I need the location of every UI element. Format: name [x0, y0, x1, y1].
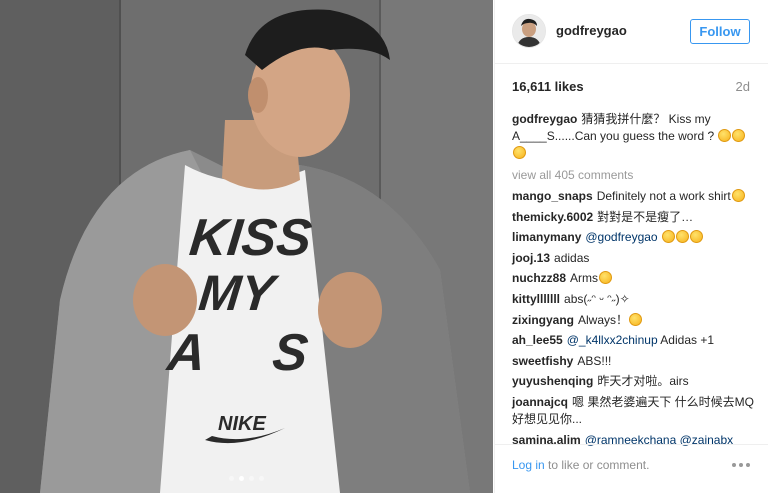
instagram-post: KISS MY A S NIKE godfreygao Follow 16,61… — [0, 0, 768, 493]
carousel-dot[interactable] — [249, 476, 254, 481]
emoji-icon — [629, 312, 643, 326]
emoji-icon — [731, 189, 745, 202]
carousel-dot[interactable] — [259, 476, 264, 481]
comment: nuchzz88 Arms — [512, 270, 757, 287]
comment-text: Definitely not a work shirt — [596, 189, 731, 203]
post-sidebar: godfreygao Follow 16,611 likes 2d godfre… — [494, 0, 768, 493]
emoji-icon — [675, 230, 689, 244]
comment-username[interactable]: nuchzz88 — [512, 271, 566, 285]
comment-username[interactable]: themicky.6002 — [512, 210, 593, 224]
emoji-icon — [513, 146, 526, 159]
view-all-comments-link[interactable]: view all 405 comments — [512, 167, 757, 184]
comment: jooj.13 adidas — [512, 250, 757, 267]
comment-mention[interactable]: @godfreygao — [585, 230, 657, 244]
comment-mention[interactable]: @_k4llxx2chinup — [567, 333, 658, 347]
emoji-icon — [718, 129, 732, 142]
username-link[interactable]: godfreygao — [556, 23, 627, 38]
shirt-brand: NIKE — [218, 413, 266, 435]
comment: zixingyang Always！ — [512, 312, 757, 329]
comment-text: Always！ — [578, 312, 629, 327]
comment: mango_snaps Definitely not a work shirt — [512, 188, 757, 205]
carousel-dots — [0, 476, 493, 481]
avatar-image — [513, 15, 545, 47]
carousel-dot[interactable] — [239, 476, 244, 481]
post-header: godfreygao Follow — [495, 0, 768, 64]
follow-button[interactable]: Follow — [690, 19, 750, 44]
comment-username[interactable]: joannajcq — [512, 395, 568, 409]
comment-text: adidas — [554, 250, 590, 265]
comment-username[interactable]: ah_lee55 — [512, 333, 563, 347]
emoji-icon — [689, 230, 703, 244]
shirt-print-line3: A — [163, 324, 209, 382]
photo-illustration: KISS MY A S NIKE — [0, 0, 493, 493]
post-footer: Log in to like or comment. — [495, 444, 768, 494]
comment: themicky.6002 對對是不是瘦了… — [512, 209, 757, 226]
comment-username[interactable]: mango_snaps — [512, 189, 593, 203]
comment: ah_lee55 @_k4llxx2chinup Adidas +1 — [512, 332, 757, 349]
comment-text: 昨天才对啦。airs — [597, 374, 689, 389]
comment: yuyushenqing 昨天才对啦。airs — [512, 373, 757, 390]
comment-username[interactable]: zixingyang — [512, 313, 574, 327]
comment-username[interactable]: limanymany — [512, 230, 581, 244]
post-photo[interactable]: KISS MY A S NIKE — [0, 0, 493, 493]
login-prompt: Log in to like or comment. — [512, 458, 649, 472]
comment: joannajcq 嗯 果然老婆遍天下 什么时候去MQ 好想见见你... — [512, 394, 757, 428]
comment: kittylllllll abs(˶ᵔ ᵕ ᵔ˶)✧ — [512, 291, 757, 308]
shirt-print-line2: MY — [196, 265, 281, 321]
shirt-print-line4: S — [270, 324, 311, 382]
emoji-icon — [732, 129, 746, 142]
emoji-icon — [661, 230, 675, 244]
comment-text: 對對是不是瘦了… — [597, 209, 694, 224]
comment-username[interactable]: jooj.13 — [512, 251, 550, 265]
comment-text: Adidas +1 — [660, 333, 715, 348]
comment: limanymany @godfreygao — [512, 229, 757, 246]
more-options-icon[interactable] — [732, 463, 750, 467]
comment-username[interactable]: sweetfishy — [512, 354, 573, 368]
comment-text: ABS!!! — [577, 353, 612, 368]
post-age[interactable]: 2d — [736, 79, 750, 94]
carousel-dot[interactable] — [229, 476, 234, 481]
login-prompt-text: to like or comment. — [544, 458, 650, 472]
comment-username[interactable]: yuyushenqing — [512, 374, 593, 388]
comment-text: Arms — [570, 271, 599, 286]
shirt-print-line1: KISS — [187, 209, 315, 267]
comments-section: godfreygao 猜猜我拼什麼？ Kiss my A____S......Ca… — [512, 111, 757, 452]
likes-count[interactable]: 16,611 likes — [512, 79, 584, 94]
caption-username[interactable]: godfreygao — [512, 112, 577, 126]
emoji-icon — [599, 271, 613, 285]
login-link[interactable]: Log in — [512, 458, 545, 472]
comment: sweetfishy ABS!!! — [512, 353, 757, 370]
likes-row: 16,611 likes 2d — [512, 79, 750, 97]
avatar[interactable] — [512, 14, 546, 48]
comment-list: mango_snaps Definitely not a work shirt th… — [512, 188, 757, 449]
comment-text: abs(˶ᵔ ᵕ ᵔ˶)✧ — [564, 291, 630, 306]
comment-username[interactable]: kittylllllll — [512, 292, 560, 306]
caption: godfreygao 猜猜我拼什麼？ Kiss my A____S......Ca… — [512, 111, 757, 162]
